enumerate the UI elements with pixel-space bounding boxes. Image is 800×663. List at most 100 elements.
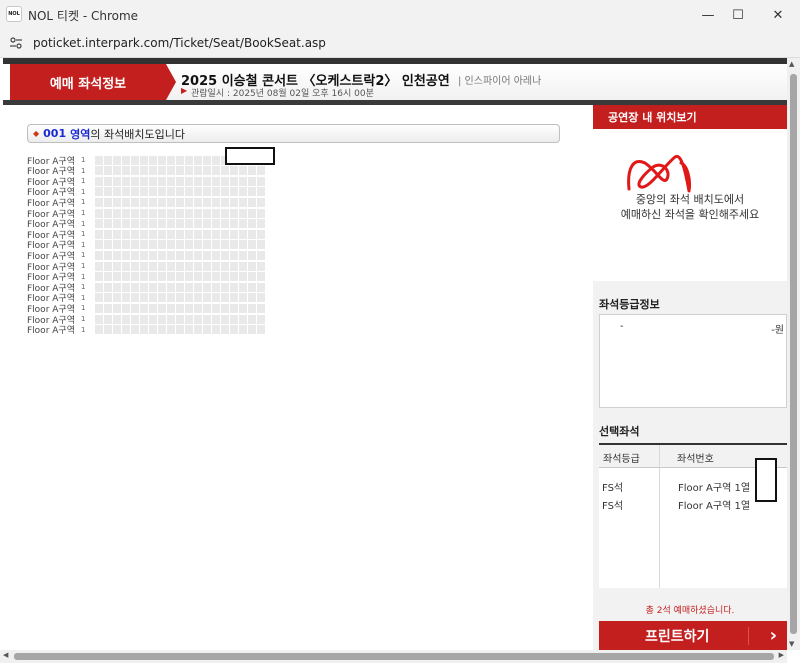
seat-cell[interactable] xyxy=(203,219,211,229)
seat-cell[interactable] xyxy=(122,176,130,186)
seat-cell[interactable] xyxy=(122,314,130,324)
seat-cell[interactable] xyxy=(257,208,265,218)
seat-cell[interactable] xyxy=(167,208,175,218)
seat-cell[interactable] xyxy=(122,229,130,239)
seat-cell[interactable] xyxy=(140,219,148,229)
seat-cell[interactable] xyxy=(122,261,130,271)
seat-cell[interactable] xyxy=(203,240,211,250)
seat-cell[interactable] xyxy=(176,261,184,271)
seat-cell[interactable] xyxy=(149,250,157,260)
seat-cell[interactable] xyxy=(212,219,220,229)
seat-cell[interactable] xyxy=(149,176,157,186)
seat-cell[interactable] xyxy=(95,261,103,271)
seat-cell[interactable] xyxy=(131,176,139,186)
seat-cell[interactable] xyxy=(203,208,211,218)
seat-cell[interactable] xyxy=(149,219,157,229)
seat-cell[interactable] xyxy=(194,325,202,335)
seat-cell[interactable] xyxy=(185,293,193,303)
seat-cell[interactable] xyxy=(212,261,220,271)
seat-cell[interactable] xyxy=(212,272,220,282)
seat-cell[interactable] xyxy=(149,197,157,207)
seat-cell[interactable] xyxy=(185,250,193,260)
seat-cell[interactable] xyxy=(113,219,121,229)
seat-cell[interactable] xyxy=(194,303,202,313)
seat-cell[interactable] xyxy=(158,197,166,207)
seat-cell[interactable] xyxy=(131,197,139,207)
seat-cell[interactable] xyxy=(176,197,184,207)
seat-cell[interactable] xyxy=(194,187,202,197)
seat-cell[interactable] xyxy=(194,166,202,176)
seat-cell[interactable] xyxy=(158,229,166,239)
seat-cell[interactable] xyxy=(239,272,247,282)
seat-cell[interactable] xyxy=(257,240,265,250)
seat-cell[interactable] xyxy=(248,187,256,197)
seat-cell[interactable] xyxy=(140,208,148,218)
seat-cell[interactable] xyxy=(104,303,112,313)
seat-cell[interactable] xyxy=(113,229,121,239)
seat-cell[interactable] xyxy=(95,240,103,250)
seat-cell[interactable] xyxy=(239,303,247,313)
seat-cell[interactable] xyxy=(95,187,103,197)
seat-cell[interactable] xyxy=(185,166,193,176)
seat-cell[interactable] xyxy=(149,303,157,313)
seat-cell[interactable] xyxy=(131,261,139,271)
seat-cell[interactable] xyxy=(185,272,193,282)
seat-cell[interactable] xyxy=(158,303,166,313)
seat-cell[interactable] xyxy=(248,272,256,282)
seat-cell[interactable] xyxy=(239,166,247,176)
seat-cell[interactable] xyxy=(221,240,229,250)
seat-cell[interactable] xyxy=(113,155,121,165)
seat-cell[interactable] xyxy=(230,229,238,239)
seat-cell[interactable] xyxy=(104,155,112,165)
seat-cell[interactable] xyxy=(149,282,157,292)
seat-cell[interactable] xyxy=(158,282,166,292)
seat-cell[interactable] xyxy=(248,208,256,218)
seat-cell[interactable] xyxy=(158,240,166,250)
seat-cell[interactable] xyxy=(212,240,220,250)
seat-cell[interactable] xyxy=(257,250,265,260)
seat-cell[interactable] xyxy=(131,229,139,239)
seat-cell[interactable] xyxy=(158,155,166,165)
seat-cell[interactable] xyxy=(158,176,166,186)
seat-cell[interactable] xyxy=(104,250,112,260)
seat-cell[interactable] xyxy=(131,166,139,176)
seat-cell[interactable] xyxy=(203,197,211,207)
seat-cell[interactable] xyxy=(104,197,112,207)
seat-cell[interactable] xyxy=(104,261,112,271)
seat-cell[interactable] xyxy=(248,229,256,239)
seat-cell[interactable] xyxy=(203,229,211,239)
seat-cell[interactable] xyxy=(248,240,256,250)
seat-cell[interactable] xyxy=(221,303,229,313)
seat-cell[interactable] xyxy=(248,250,256,260)
seat-cell[interactable] xyxy=(257,272,265,282)
seat-cell[interactable] xyxy=(149,208,157,218)
seat-cell[interactable] xyxy=(257,293,265,303)
seat-cell[interactable] xyxy=(194,219,202,229)
seat-cell[interactable] xyxy=(203,187,211,197)
seat-cell[interactable] xyxy=(239,229,247,239)
seat-cell[interactable] xyxy=(167,250,175,260)
seat-cell[interactable] xyxy=(140,293,148,303)
seat-cell[interactable] xyxy=(95,303,103,313)
seat-cell[interactable] xyxy=(221,325,229,335)
seat-cell[interactable] xyxy=(239,250,247,260)
seat-cell[interactable] xyxy=(239,240,247,250)
seat-cell[interactable] xyxy=(167,293,175,303)
seat-cell[interactable] xyxy=(104,229,112,239)
seat-cell[interactable] xyxy=(230,240,238,250)
seat-cell[interactable] xyxy=(203,282,211,292)
seat-cell[interactable] xyxy=(140,314,148,324)
seat-cell[interactable] xyxy=(194,208,202,218)
seat-cell[interactable] xyxy=(248,293,256,303)
seat-cell[interactable] xyxy=(185,282,193,292)
seat-cell[interactable] xyxy=(122,219,130,229)
scroll-down-icon[interactable]: ▼ xyxy=(789,640,794,648)
seat-cell[interactable] xyxy=(104,325,112,335)
seat-cell[interactable] xyxy=(131,250,139,260)
seat-cell[interactable] xyxy=(95,272,103,282)
seat-cell[interactable] xyxy=(104,272,112,282)
seat-cell[interactable] xyxy=(221,229,229,239)
seat-cell[interactable] xyxy=(113,166,121,176)
seat-cell[interactable] xyxy=(203,250,211,260)
seat-cell[interactable] xyxy=(194,282,202,292)
